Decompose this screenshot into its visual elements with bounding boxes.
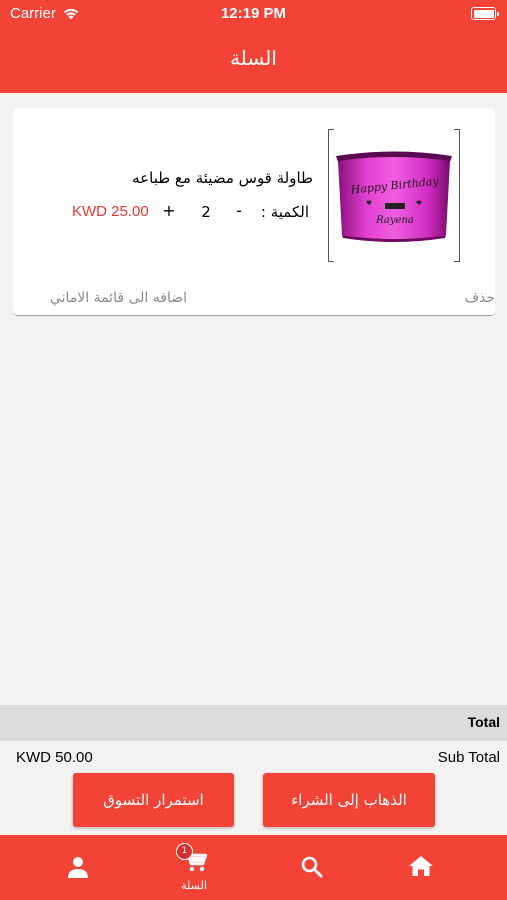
cart-badge: 1 [176, 843, 193, 860]
header-bar: Carrier 12:19 PM السلة [0, 0, 507, 93]
subtotal-value: KWD 50.00 [16, 749, 93, 766]
continue-shopping-button[interactable]: استمرار التسوق [73, 773, 234, 827]
delete-item-link[interactable]: حذف [464, 290, 495, 306]
tab-bar: 1 السلة [0, 835, 507, 900]
product-name: طاولة قوس مضيئة مع طباعه [132, 169, 313, 187]
quantity-label: الكمية : [260, 203, 309, 221]
quantity-increase-button[interactable]: + [161, 200, 177, 222]
product-image[interactable]: Happy Birthday Rayena [328, 129, 460, 262]
subtotal-label: Sub Total [437, 749, 500, 766]
person-icon [68, 857, 88, 878]
product-image-text-line2: Rayena [375, 215, 414, 226]
total-label: Total [467, 714, 500, 730]
tab-home[interactable] [370, 835, 470, 900]
cart-item-card: Happy Birthday Rayena طاولة قوس مضيئة مع… [13, 108, 495, 316]
add-to-wishlist-link[interactable]: اضافه الى قائمة الاماني [50, 290, 187, 306]
battery-icon [471, 7, 499, 20]
status-time: 12:19 PM [220, 5, 287, 22]
tab-cart[interactable]: 1 السلة [144, 835, 244, 900]
tab-profile[interactable] [28, 835, 128, 900]
page-title: السلة [230, 46, 277, 70]
total-bar: Total [0, 705, 507, 741]
home-icon [409, 856, 433, 876]
tab-cart-label: السلة [181, 879, 207, 892]
quantity-value: 2 [201, 203, 211, 221]
status-bar: Carrier 12:19 PM [0, 0, 507, 28]
item-price: KWD 25.00 [72, 203, 149, 220]
tab-search[interactable] [262, 835, 362, 900]
checkout-button[interactable]: الذهاب إلى الشراء [263, 773, 435, 827]
product-image-illustration: Happy Birthday Rayena [336, 151, 452, 242]
quantity-decrease-button[interactable]: - [231, 200, 247, 222]
search-icon [301, 856, 323, 878]
